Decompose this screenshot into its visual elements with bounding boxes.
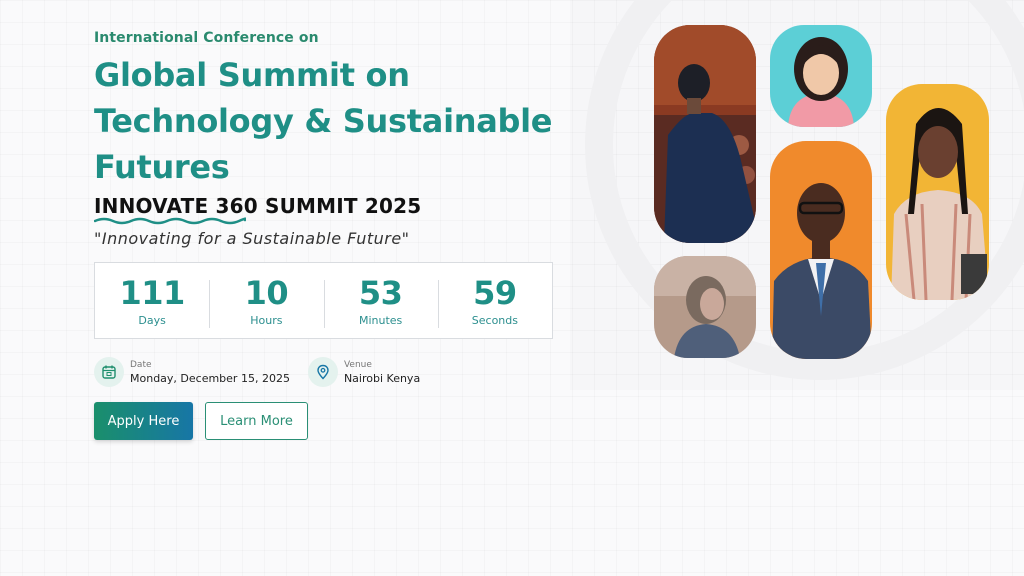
countdown-timer: 111 Days 10 Hours 53 Minutes 59 Seconds (94, 262, 553, 339)
countdown-hours-label: Hours (250, 314, 283, 327)
eyebrow-text: International Conference on (94, 30, 319, 46)
countdown-minutes: 53 Minutes (323, 274, 438, 328)
photo-man-suit (770, 141, 872, 359)
photo-speaker-stage (654, 25, 756, 243)
countdown-hours-value: 10 (244, 274, 289, 312)
countdown-days-value: 111 (119, 274, 185, 312)
photo-attendee-back (654, 256, 756, 358)
photo-woman-smiling (770, 25, 872, 127)
tagline: "Innovating for a Sustainable Future" (94, 229, 410, 248)
venue-label: Venue (343, 359, 372, 370)
countdown-days-label: Days (138, 314, 166, 327)
event-subtitle: INNOVATE 360 SUMMIT 2025 (94, 194, 421, 225)
learn-more-button[interactable]: Learn More (205, 402, 308, 440)
title-line-2: Technology & Sustainable (94, 102, 553, 140)
countdown-seconds: 59 Seconds (437, 274, 552, 328)
event-meta: Date Monday, December 15, 2025 Venue Nai… (94, 357, 564, 387)
calendar-icon (94, 357, 124, 387)
date-label: Date (130, 359, 152, 370)
page-title: Global Summit on Technology & Sustainabl… (94, 52, 564, 190)
title-line-3: Futures (94, 148, 230, 186)
event-venue: Venue Nairobi Kenya (307, 357, 421, 387)
countdown-hours: 10 Hours (209, 274, 323, 328)
wave-underline (94, 217, 246, 225)
hero-content: International Conference on Global Summi… (94, 30, 564, 440)
event-subtitle-text: INNOVATE 360 SUMMIT 2025 (94, 194, 422, 218)
countdown-minutes-value: 53 (358, 274, 403, 312)
countdown-seconds-label: Seconds (471, 314, 518, 327)
venue-value: Nairobi Kenya (343, 371, 421, 385)
hero-actions: Apply Here Learn More (94, 402, 564, 440)
apply-button[interactable]: Apply Here (94, 402, 193, 440)
location-pin-icon (307, 357, 338, 387)
date-value: Monday, December 15, 2025 (130, 371, 290, 385)
photo-woman-braids (886, 84, 989, 300)
title-line-1: Global Summit on (94, 56, 410, 94)
countdown-minutes-label: Minutes (358, 314, 403, 327)
event-date: Date Monday, December 15, 2025 (94, 357, 290, 387)
countdown-days: 111 Days (95, 274, 209, 327)
countdown-seconds-value: 59 (473, 274, 517, 312)
